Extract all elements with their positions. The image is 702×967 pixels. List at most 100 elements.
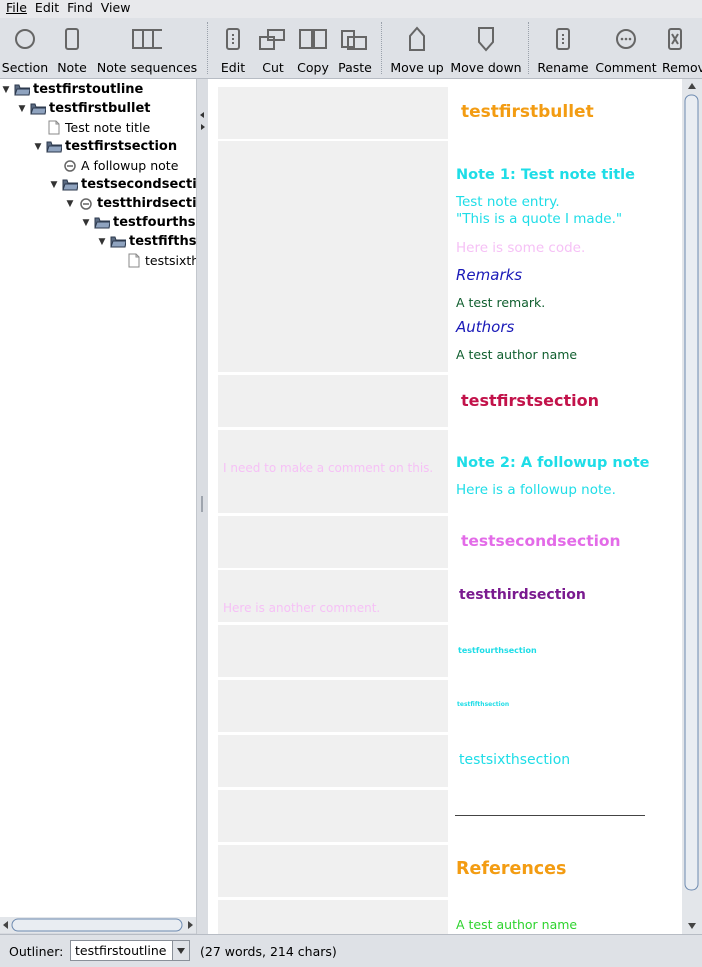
tree-row-section[interactable]: ▼ testfourthsection <box>80 213 196 232</box>
move-down-button[interactable]: Move down <box>450 18 522 76</box>
tree-row-note[interactable]: A followup note <box>48 156 178 175</box>
tree-label: testfifthsection <box>129 234 196 249</box>
expand-arrow-icon[interactable]: ▼ <box>80 218 92 228</box>
outliner-label: Outliner: <box>9 944 64 959</box>
comment-button[interactable]: Comment <box>595 18 657 76</box>
cut-button-label: Cut <box>262 60 284 75</box>
tree-label: testsecondsection <box>81 177 196 192</box>
tree-row-section[interactable]: ▼ testthirdsection <box>64 194 196 213</box>
chevron-down-icon[interactable] <box>172 941 189 960</box>
expand-arrow-icon[interactable]: ▼ <box>64 199 76 209</box>
comment-cell[interactable] <box>218 735 448 787</box>
comment-cell[interactable] <box>218 625 448 677</box>
menu-file[interactable]: File <box>0 0 31 18</box>
paste-button[interactable]: Paste <box>335 18 375 76</box>
scroll-right-icon[interactable] <box>188 921 193 929</box>
section-heading: testfifthsection <box>457 701 510 708</box>
authors-heading: Authors <box>456 318 515 336</box>
section-button-label: Section <box>1 60 49 75</box>
expand-arrow-icon[interactable]: ▼ <box>48 180 60 190</box>
author-text: A test author name <box>456 347 578 362</box>
tree-row-section[interactable]: ▼ testfifthsection <box>96 232 196 251</box>
outliner-select[interactable]: testfirstoutline <box>70 940 190 961</box>
outliner-select-value: testfirstoutline <box>75 943 167 958</box>
move-up-button[interactable]: Move up <box>390 18 444 76</box>
tree-row-note[interactable]: Test note title <box>32 118 150 137</box>
remark-text: A test remark. <box>456 295 546 310</box>
toolbar-separator <box>528 22 529 74</box>
paste-button-label: Paste <box>338 60 372 75</box>
expand-arrow-icon[interactable]: ▼ <box>0 85 12 95</box>
document-view: I need to make a comment on this. Here i… <box>208 79 682 934</box>
edit-icon <box>218 24 248 54</box>
comment-cell[interactable] <box>218 87 448 139</box>
rename-button[interactable]: Rename <box>536 18 590 76</box>
toolbar-separator <box>381 22 382 74</box>
folder-open-icon <box>14 83 30 97</box>
folder-open-icon <box>30 102 46 116</box>
status-bar: Outliner: testfirstoutline (27 words, 21… <box>0 934 702 967</box>
scroll-left-icon[interactable] <box>3 921 8 929</box>
tree-row-bullet[interactable]: ▼ testfirstbullet <box>16 99 151 118</box>
cut-icon <box>258 24 288 54</box>
folder-open-icon <box>46 140 62 154</box>
expand-arrow-icon[interactable]: ▼ <box>16 104 28 114</box>
scroll-thumb[interactable] <box>684 94 699 891</box>
paste-icon <box>340 24 370 54</box>
menu-edit[interactable]: Edit <box>31 0 63 18</box>
note-text: Test note entry. <box>456 194 560 210</box>
tree-label: testfirstsection <box>65 139 178 154</box>
document-icon <box>126 253 142 268</box>
menu-find[interactable]: Find <box>63 0 97 18</box>
remove-button[interactable]: Remov <box>662 18 702 76</box>
tree-label: testfourthsection <box>113 215 196 230</box>
toolbar: Section Note Note sequences Edit Cut Cop… <box>0 18 702 79</box>
document-icon <box>46 120 62 135</box>
comment-cell[interactable] <box>218 900 448 934</box>
edit-button[interactable]: Edit <box>217 18 249 76</box>
outline-tree: ▼ testfirstoutline ▼ testfirstbullet Tes… <box>0 79 196 917</box>
comment-text: Here is another comment. <box>223 601 381 615</box>
comment-cell[interactable] <box>218 516 448 568</box>
expand-arrow-icon[interactable]: ▼ <box>96 237 108 247</box>
document-vertical-scrollbar[interactable] <box>682 79 702 934</box>
move-up-button-label: Move up <box>390 60 444 75</box>
section-heading: testthirdsection <box>459 587 586 603</box>
note-sequences-icon <box>132 24 162 54</box>
rename-button-label: Rename <box>537 60 589 75</box>
tree-horizontal-scrollbar[interactable] <box>0 917 196 933</box>
comment-cell[interactable] <box>218 790 448 842</box>
comment-cell[interactable] <box>218 141 448 372</box>
edit-button-label: Edit <box>220 60 246 75</box>
section-heading: testfourthsection <box>458 646 537 655</box>
note-title: Note 1: Test note title <box>456 167 635 183</box>
tree-row-section[interactable]: ▼ testsecondsection <box>48 175 196 194</box>
tree-label: testsixthsection <box>145 253 196 268</box>
tree-row-section[interactable]: ▼ testfirstsection <box>32 137 178 156</box>
code-text: Here is some code. <box>456 240 586 256</box>
scroll-up-icon[interactable] <box>688 83 696 89</box>
copy-button[interactable]: Copy <box>296 18 330 76</box>
comment-cell[interactable] <box>218 680 448 732</box>
comment-text: I need to make a comment on this. <box>223 461 434 475</box>
section-heading: testsecondsection <box>461 532 621 550</box>
minus-circle-icon <box>78 197 94 211</box>
comment-cell[interactable] <box>218 375 448 427</box>
remove-icon <box>662 24 688 54</box>
expand-arrow-icon[interactable]: ▼ <box>32 142 44 152</box>
tree-label: A followup note <box>81 158 179 173</box>
tree-label: Test note title <box>65 120 151 135</box>
cut-button[interactable]: Cut <box>258 18 288 76</box>
section-button[interactable]: Section <box>0 18 50 76</box>
move-down-icon <box>471 24 501 54</box>
tree-row-outline[interactable]: ▼ testfirstoutline <box>0 80 144 99</box>
tree-row-section[interactable]: testsixthsection <box>112 251 196 270</box>
note-sequences-button[interactable]: Note sequences <box>95 18 199 76</box>
note-button[interactable]: Note <box>53 18 91 76</box>
comment-cell[interactable] <box>218 845 448 897</box>
scroll-down-icon[interactable] <box>688 923 696 929</box>
remove-button-label: Remov <box>662 60 702 75</box>
reference-text: A test author name <box>456 917 578 932</box>
tree-scrollbar-track <box>3 918 193 932</box>
menu-view[interactable]: View <box>97 0 135 18</box>
